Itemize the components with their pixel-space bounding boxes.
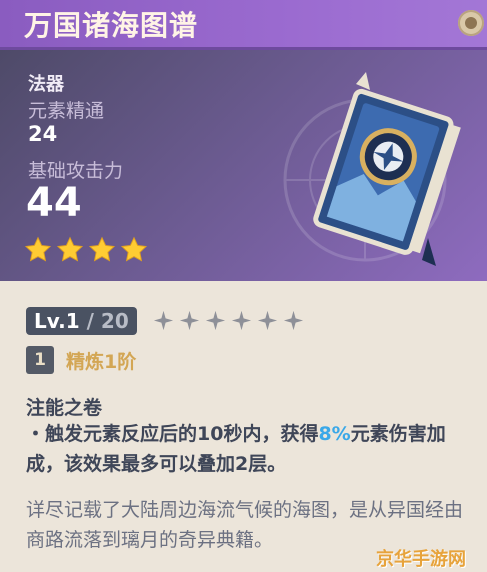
ascension-star-icon: [153, 310, 174, 331]
secondary-stat-name: 元素精通: [28, 100, 105, 122]
base-atk-value: 44: [26, 180, 82, 226]
passive-name: 注能之卷: [26, 397, 103, 419]
header-bar: 万国诸海图谱: [0, 0, 487, 50]
ascension-star-icon: [283, 310, 304, 331]
ascension-star-icon: [205, 310, 226, 331]
base-atk-name: 基础攻击力: [28, 160, 124, 182]
passive-description: ・触发元素反应后的10秒内，获得8%元素伤害加成，该效果最多可以叠加2层。: [26, 419, 466, 479]
ascension-star-icon: [179, 310, 200, 331]
weapon-type: 法器: [28, 74, 64, 95]
weapon-book-icon: [313, 72, 461, 266]
ascension-stars: [152, 309, 305, 332]
rarity-stars: [24, 236, 148, 264]
details-panel: Lv.1 / 20 1 精炼1阶 注能之卷 ・触发元素反应后的10秒内，获得8%…: [0, 281, 487, 572]
stats-panel: 法器 元素精通 24 基础攻击力 44: [0, 50, 487, 281]
ascension-star-icon: [231, 310, 252, 331]
level-max: / 20: [79, 309, 129, 333]
refinement-rank: 1: [26, 346, 54, 374]
passive-desc-prefix: ・触发元素反应后的10秒内，获得: [26, 423, 319, 445]
star-icon: [88, 236, 116, 262]
weapon-title: 万国诸海图谱: [24, 9, 199, 42]
level-current: Lv.1: [34, 309, 80, 333]
star-icon: [56, 236, 84, 262]
secondary-stat-value: 24: [28, 122, 58, 146]
refinement-label: 精炼1阶: [66, 351, 137, 373]
weapon-detail-card: 万国诸海图谱 法器 元素精通 24 基础攻击力 44 Lv.1 / 20 1 精…: [0, 0, 487, 572]
passive-desc-highlight: 8%: [318, 423, 351, 445]
site-watermark: 京华手游网: [376, 549, 466, 570]
star-icon: [120, 236, 148, 262]
close-button[interactable]: [458, 10, 484, 36]
star-icon: [24, 236, 52, 262]
level-badge: Lv.1 / 20: [26, 307, 137, 335]
ascension-star-icon: [257, 310, 278, 331]
